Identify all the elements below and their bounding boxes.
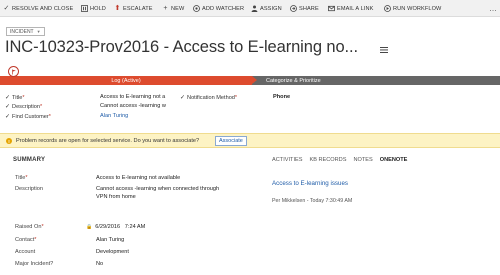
- new-button[interactable]: + NEW: [162, 0, 184, 17]
- checkmark-icon: ✓: [3, 5, 10, 12]
- plus-icon: +: [163, 5, 168, 12]
- account-value[interactable]: Development: [96, 248, 129, 256]
- raised-on-label: Raised On*: [15, 224, 44, 230]
- chevron-down-icon: ▼: [36, 29, 41, 34]
- assign-user-icon: [251, 5, 258, 12]
- checkmark-icon: ✓: [180, 95, 186, 101]
- email-a-link-button[interactable]: EMAIL A LINK: [328, 0, 373, 17]
- email-a-link-label: EMAIL A LINK: [337, 5, 374, 12]
- share-icon: [290, 5, 297, 12]
- lock-icon: 🔒: [86, 224, 93, 230]
- stage-description-value[interactable]: Cannot access -learning w: [100, 103, 166, 109]
- checkmark-icon: ✓: [5, 104, 11, 110]
- hold-button[interactable]: HOLD: [81, 0, 106, 17]
- entity-type-label: INCIDENT: [10, 28, 34, 35]
- more-commands-button[interactable]: …: [489, 0, 497, 17]
- email-envelope-icon: [328, 5, 335, 12]
- stage-field-notification-method-label: Notification Method: [187, 95, 235, 101]
- raised-on-value[interactable]: 🔒 6/29/2016 7:24 AM: [86, 223, 145, 231]
- watcher-eye-icon: [193, 5, 200, 12]
- add-watcher-button[interactable]: ADD WATCHER: [193, 0, 244, 17]
- summary-title-label: Title*: [15, 175, 28, 181]
- stage-field-description-label: Description: [12, 104, 41, 110]
- stage-field-notification-method: ✓ Notification Method*: [180, 94, 237, 101]
- checkmark-icon: ✓: [5, 95, 11, 101]
- tab-notes[interactable]: NOTES: [353, 157, 372, 163]
- required-marker: *: [48, 114, 51, 120]
- stage-log-label: Log (Active): [111, 77, 141, 84]
- hold-icon: [81, 5, 88, 12]
- tab-onenote[interactable]: ONENOTE: [380, 157, 408, 163]
- new-label: NEW: [171, 5, 185, 12]
- stage-field-find-customer: ✓ Find Customer*: [5, 113, 51, 120]
- flag-icon[interactable]: [8, 66, 19, 77]
- workflow-icon: [384, 5, 391, 12]
- resolve-and-close-label: RESOLVE AND CLOSE: [12, 5, 74, 12]
- summary-title-value[interactable]: Access to E-learning not available: [96, 174, 180, 182]
- stage-arrow: [252, 76, 257, 84]
- notification-text: Problem records are open for selected se…: [16, 138, 200, 144]
- share-button[interactable]: SHARE: [290, 0, 319, 17]
- required-marker: *: [40, 104, 43, 110]
- stage-categorize-prioritize[interactable]: Categorize & Prioritize: [266, 76, 321, 85]
- associate-button[interactable]: Associate: [215, 136, 247, 146]
- escalate-label: ESCALATE: [123, 5, 153, 12]
- summary-description-line1[interactable]: Cannot access -learning when connected t…: [96, 185, 219, 193]
- stage-notification-method-value[interactable]: Phone: [273, 94, 290, 100]
- share-label: SHARE: [299, 5, 319, 12]
- activity-tabs: ACTIVITIES KB RECORDS NOTES ONENOTE: [272, 157, 407, 163]
- assign-button[interactable]: ASSIGN: [251, 0, 282, 17]
- required-marker: *: [234, 95, 238, 101]
- run-workflow-button[interactable]: RUN WORKFLOW: [384, 0, 441, 17]
- list-menu-icon[interactable]: [380, 47, 388, 55]
- stage-field-title: ✓ Title*: [5, 94, 25, 101]
- major-incident-value[interactable]: No: [96, 260, 103, 268]
- checkmark-icon: ✓: [5, 114, 11, 120]
- account-label: Account: [15, 249, 36, 255]
- stage-title-value[interactable]: Access to E-learning not a: [100, 94, 165, 100]
- assign-label: ASSIGN: [260, 5, 282, 12]
- hold-label: HOLD: [90, 5, 106, 12]
- stage-field-find-customer-label: Find Customer: [12, 114, 49, 120]
- add-watcher-label: ADD WATCHER: [202, 5, 245, 12]
- summary-description-line2[interactable]: VPN from home: [96, 193, 136, 201]
- stage-field-description: ✓ Description*: [5, 103, 42, 110]
- tab-kb-records[interactable]: KB RECORDS: [309, 157, 346, 163]
- stage-categorize-label: Categorize & Prioritize: [266, 77, 321, 84]
- record-title: INC-10323-Prov2016 - Access to E-learnin…: [5, 38, 358, 56]
- summary-heading: SUMMARY: [13, 157, 46, 163]
- onenote-note-link[interactable]: Access to E-learning issues: [272, 180, 348, 187]
- info-icon: !: [6, 138, 12, 144]
- summary-description-label: Description: [15, 186, 43, 192]
- required-marker: *: [22, 95, 25, 101]
- command-bar: ✓ RESOLVE AND CLOSE HOLD ⬆ ESCALATE + NE…: [0, 0, 500, 17]
- onenote-note-meta: Per Mikkelsen - Today 7:30:49 AM: [272, 198, 353, 204]
- entity-type-badge[interactable]: INCIDENT ▼: [6, 27, 45, 36]
- stage-find-customer-value[interactable]: Alan Turing: [100, 113, 128, 119]
- tab-activities[interactable]: ACTIVITIES: [272, 157, 302, 163]
- contact-value[interactable]: Alan Turing: [96, 236, 124, 244]
- contact-label: Contact*: [15, 237, 37, 243]
- run-workflow-label: RUN WORKFLOW: [393, 5, 442, 12]
- stage-log-active[interactable]: Log (Active): [0, 76, 252, 85]
- stage-field-title-label: Title: [12, 95, 23, 101]
- escalate-button[interactable]: ⬆ ESCALATE: [114, 0, 153, 17]
- major-incident-label: Major Incident?: [15, 261, 54, 267]
- notification-bar: ! Problem records are open for selected …: [0, 133, 500, 148]
- escalate-arrow-icon: ⬆: [114, 5, 121, 12]
- resolve-and-close-button[interactable]: ✓ RESOLVE AND CLOSE: [3, 0, 74, 17]
